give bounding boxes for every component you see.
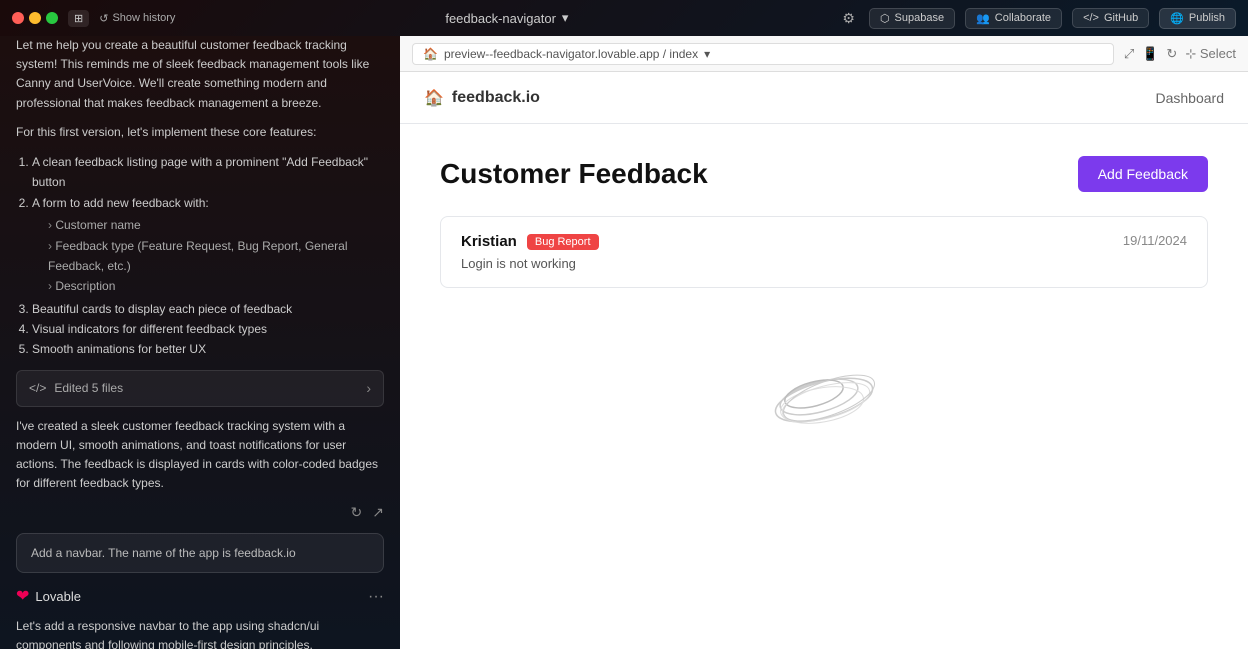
feedback-card-left: Kristian Bug Report Login is not working xyxy=(461,233,599,271)
list-item: Beautiful cards to display each piece of… xyxy=(32,299,384,319)
chevron-right-icon: › xyxy=(366,378,371,399)
chat-actions-1: ↻ ↗ xyxy=(16,504,384,521)
browser-icons: ⤢ 📱 ↻ ⊹ Select xyxy=(1124,46,1236,62)
brand-name: feedback.io xyxy=(452,89,540,107)
lovable-section: ❤ Lovable ··· Let's add a responsive nav… xyxy=(16,585,384,649)
edited-files-text-1: Edited 5 files xyxy=(54,379,123,397)
refresh-browser-icon[interactable]: ↻ xyxy=(1166,46,1177,62)
list-item: Smooth animations for better UX xyxy=(32,339,384,359)
collaborate-label: Collaborate xyxy=(995,12,1051,24)
collaborate-button[interactable]: 👥 Collaborate xyxy=(965,8,1062,29)
chevron-down-icon: ▾ xyxy=(562,10,569,26)
publish-button[interactable]: 🌐 Publish xyxy=(1159,8,1236,29)
minimize-button[interactable] xyxy=(29,12,41,24)
supabase-label: Supabase xyxy=(895,12,945,24)
list-item: Customer name xyxy=(48,215,384,235)
code-icon: </> xyxy=(29,379,46,397)
list-item: A form to add new feedback with: xyxy=(32,193,384,213)
collaborate-icon: 👥 xyxy=(976,12,990,25)
chat-user-input: Add a navbar. The name of the app is fee… xyxy=(16,533,384,573)
features-list: A clean feedback listing page with a pro… xyxy=(32,152,384,360)
refresh-icon[interactable]: ↻ xyxy=(351,504,363,521)
chat-response-1: I've created a sleek customer feedback t… xyxy=(16,417,384,494)
list-item: Feedback type (Feature Request, Bug Repo… xyxy=(48,236,384,277)
github-button[interactable]: </> GitHub xyxy=(1072,8,1149,28)
address-text: preview--feedback-navigator.lovable.app … xyxy=(444,47,698,61)
app-brand: 🏠 feedback.io xyxy=(424,88,540,108)
select-label: Select xyxy=(1200,46,1236,61)
lovable-name-text: Lovable xyxy=(35,587,81,607)
add-feedback-button[interactable]: Add Feedback xyxy=(1078,156,1208,192)
lovable-response-text: Let's add a responsive navbar to the app… xyxy=(16,617,384,649)
edited-files-bar-1[interactable]: </> Edited 5 files › xyxy=(16,370,384,407)
preview-panel: 🏠 preview--feedback-navigator.lovable.ap… xyxy=(400,36,1248,649)
top-bar-right: ⚙ ⬡ Supabase 👥 Collaborate </> GitHub 🌐 … xyxy=(838,8,1236,29)
github-label: GitHub xyxy=(1104,12,1138,24)
feedback-description: Login is not working xyxy=(461,256,599,271)
show-history-label: Show history xyxy=(112,12,175,24)
feedback-card-header: Kristian Bug Report xyxy=(461,233,599,250)
dashboard-nav-link[interactable]: Dashboard xyxy=(1156,90,1225,106)
top-bar-left: ⊞ ↺ Show history xyxy=(12,10,175,27)
github-icon: </> xyxy=(1083,12,1099,24)
main-content: Let me help you create a beautiful custo… xyxy=(0,36,1248,649)
list-item: A clean feedback listing page with a pro… xyxy=(32,152,384,193)
feedback-badge: Bug Report xyxy=(527,234,599,250)
expand-icon[interactable]: ⤢ xyxy=(1124,46,1134,62)
show-history-button[interactable]: ↺ Show history xyxy=(99,12,175,25)
lovable-label: ❤ Lovable xyxy=(16,585,81,609)
app-navbar: 🏠 feedback.io Dashboard xyxy=(400,72,1248,124)
history-icon: ↺ xyxy=(99,12,108,25)
feedback-author: Kristian xyxy=(461,233,517,250)
app-area: 🏠 feedback.io Dashboard Customer Feedbac… xyxy=(400,72,1248,649)
supabase-button[interactable]: ⬡ Supabase xyxy=(869,8,955,29)
lovable-header: ❤ Lovable ··· xyxy=(16,585,384,609)
user-input-text: Add a navbar. The name of the app is fee… xyxy=(31,546,296,560)
external-link-icon[interactable]: ↗ xyxy=(372,504,384,521)
browser-bar: 🏠 preview--feedback-navigator.lovable.ap… xyxy=(400,36,1248,72)
lovable-icon: ❤ xyxy=(16,585,29,609)
window-toggle-button[interactable]: ⊞ xyxy=(68,10,89,27)
publish-label: Publish xyxy=(1189,12,1225,24)
top-bar: ⊞ ↺ Show history feedback-navigator ▾ ⚙ … xyxy=(0,0,1248,36)
sub-features-list: Customer name Feedback type (Feature Req… xyxy=(48,215,384,297)
chat-panel: Let me help you create a beautiful custo… xyxy=(0,36,400,649)
cursor-icon: ⊹ xyxy=(1185,46,1196,61)
list-item: Description xyxy=(48,276,384,296)
list-item: Visual indicators for different feedback… xyxy=(32,319,384,339)
traffic-lights xyxy=(12,12,58,24)
chevron-down-browser: ▾ xyxy=(704,47,710,61)
spring-illustration xyxy=(764,360,884,440)
home-icon-browser: 🏠 xyxy=(423,47,438,61)
mobile-icon[interactable]: 📱 xyxy=(1142,46,1158,62)
select-button[interactable]: ⊹ Select xyxy=(1185,46,1236,62)
app-header: Customer Feedback Add Feedback xyxy=(440,156,1208,192)
page-title: Customer Feedback xyxy=(440,158,708,190)
close-button[interactable] xyxy=(12,12,24,24)
feedback-card: Kristian Bug Report Login is not working… xyxy=(440,216,1208,288)
empty-state xyxy=(440,300,1208,500)
edited-files-label-1: </> Edited 5 files xyxy=(29,379,123,397)
settings-icon[interactable]: ⚙ xyxy=(838,8,859,29)
maximize-button[interactable] xyxy=(46,12,58,24)
globe-icon: 🌐 xyxy=(1170,12,1184,25)
brand-home-icon: 🏠 xyxy=(424,88,444,108)
supabase-icon: ⬡ xyxy=(880,12,890,25)
more-options-button[interactable]: ··· xyxy=(368,588,384,606)
app-name-label: feedback-navigator xyxy=(445,11,556,26)
app-main: Customer Feedback Add Feedback Kristian … xyxy=(400,124,1248,532)
chat-features-intro: For this first version, let's implement … xyxy=(16,123,384,142)
top-bar-center: feedback-navigator ▾ xyxy=(445,10,568,26)
address-bar[interactable]: 🏠 preview--feedback-navigator.lovable.ap… xyxy=(412,43,1114,65)
chat-intro: Let me help you create a beautiful custo… xyxy=(16,36,384,113)
feedback-date: 19/11/2024 xyxy=(1123,233,1187,248)
